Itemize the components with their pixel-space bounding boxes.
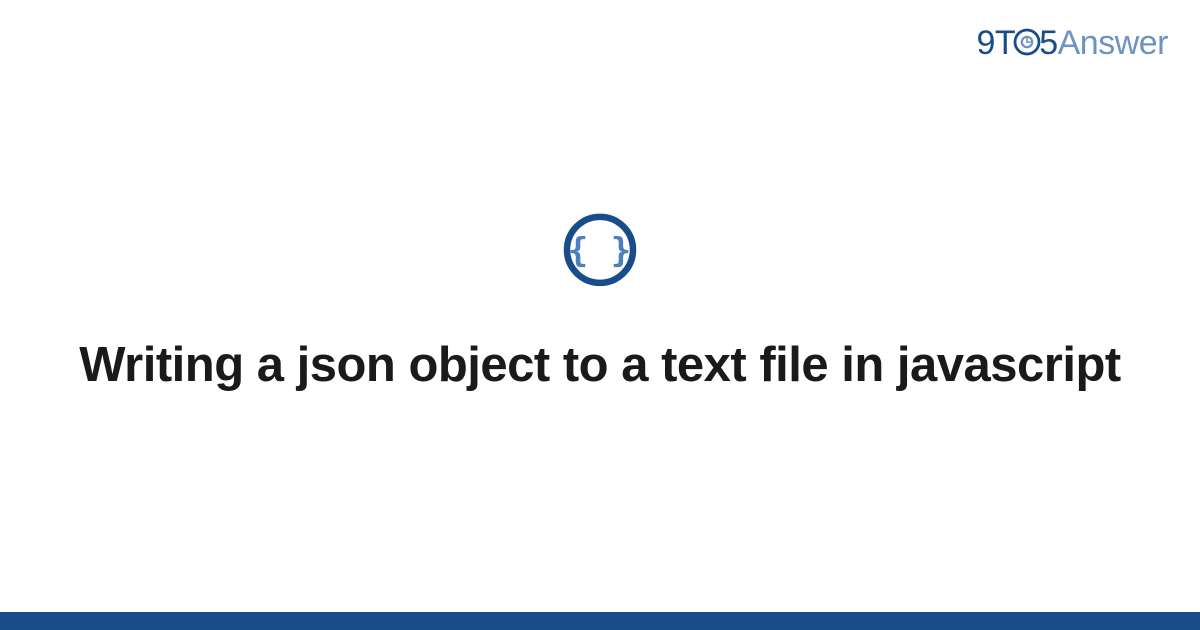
svg-text:{ }: { }: [568, 231, 632, 271]
logo-prefix: 9T: [977, 24, 1016, 62]
page-title: Writing a json object to a text file in …: [60, 335, 1140, 396]
clock-o-icon: [1013, 26, 1041, 65]
logo-digit: 5: [1039, 24, 1057, 62]
braces-icon: { }: [562, 212, 638, 293]
site-logo: 9T 5Answer: [977, 24, 1168, 65]
main-content: { } Writing a json object to a text file…: [0, 212, 1200, 396]
logo-suffix: Answer: [1058, 24, 1168, 62]
footer-accent-bar: [0, 612, 1200, 630]
